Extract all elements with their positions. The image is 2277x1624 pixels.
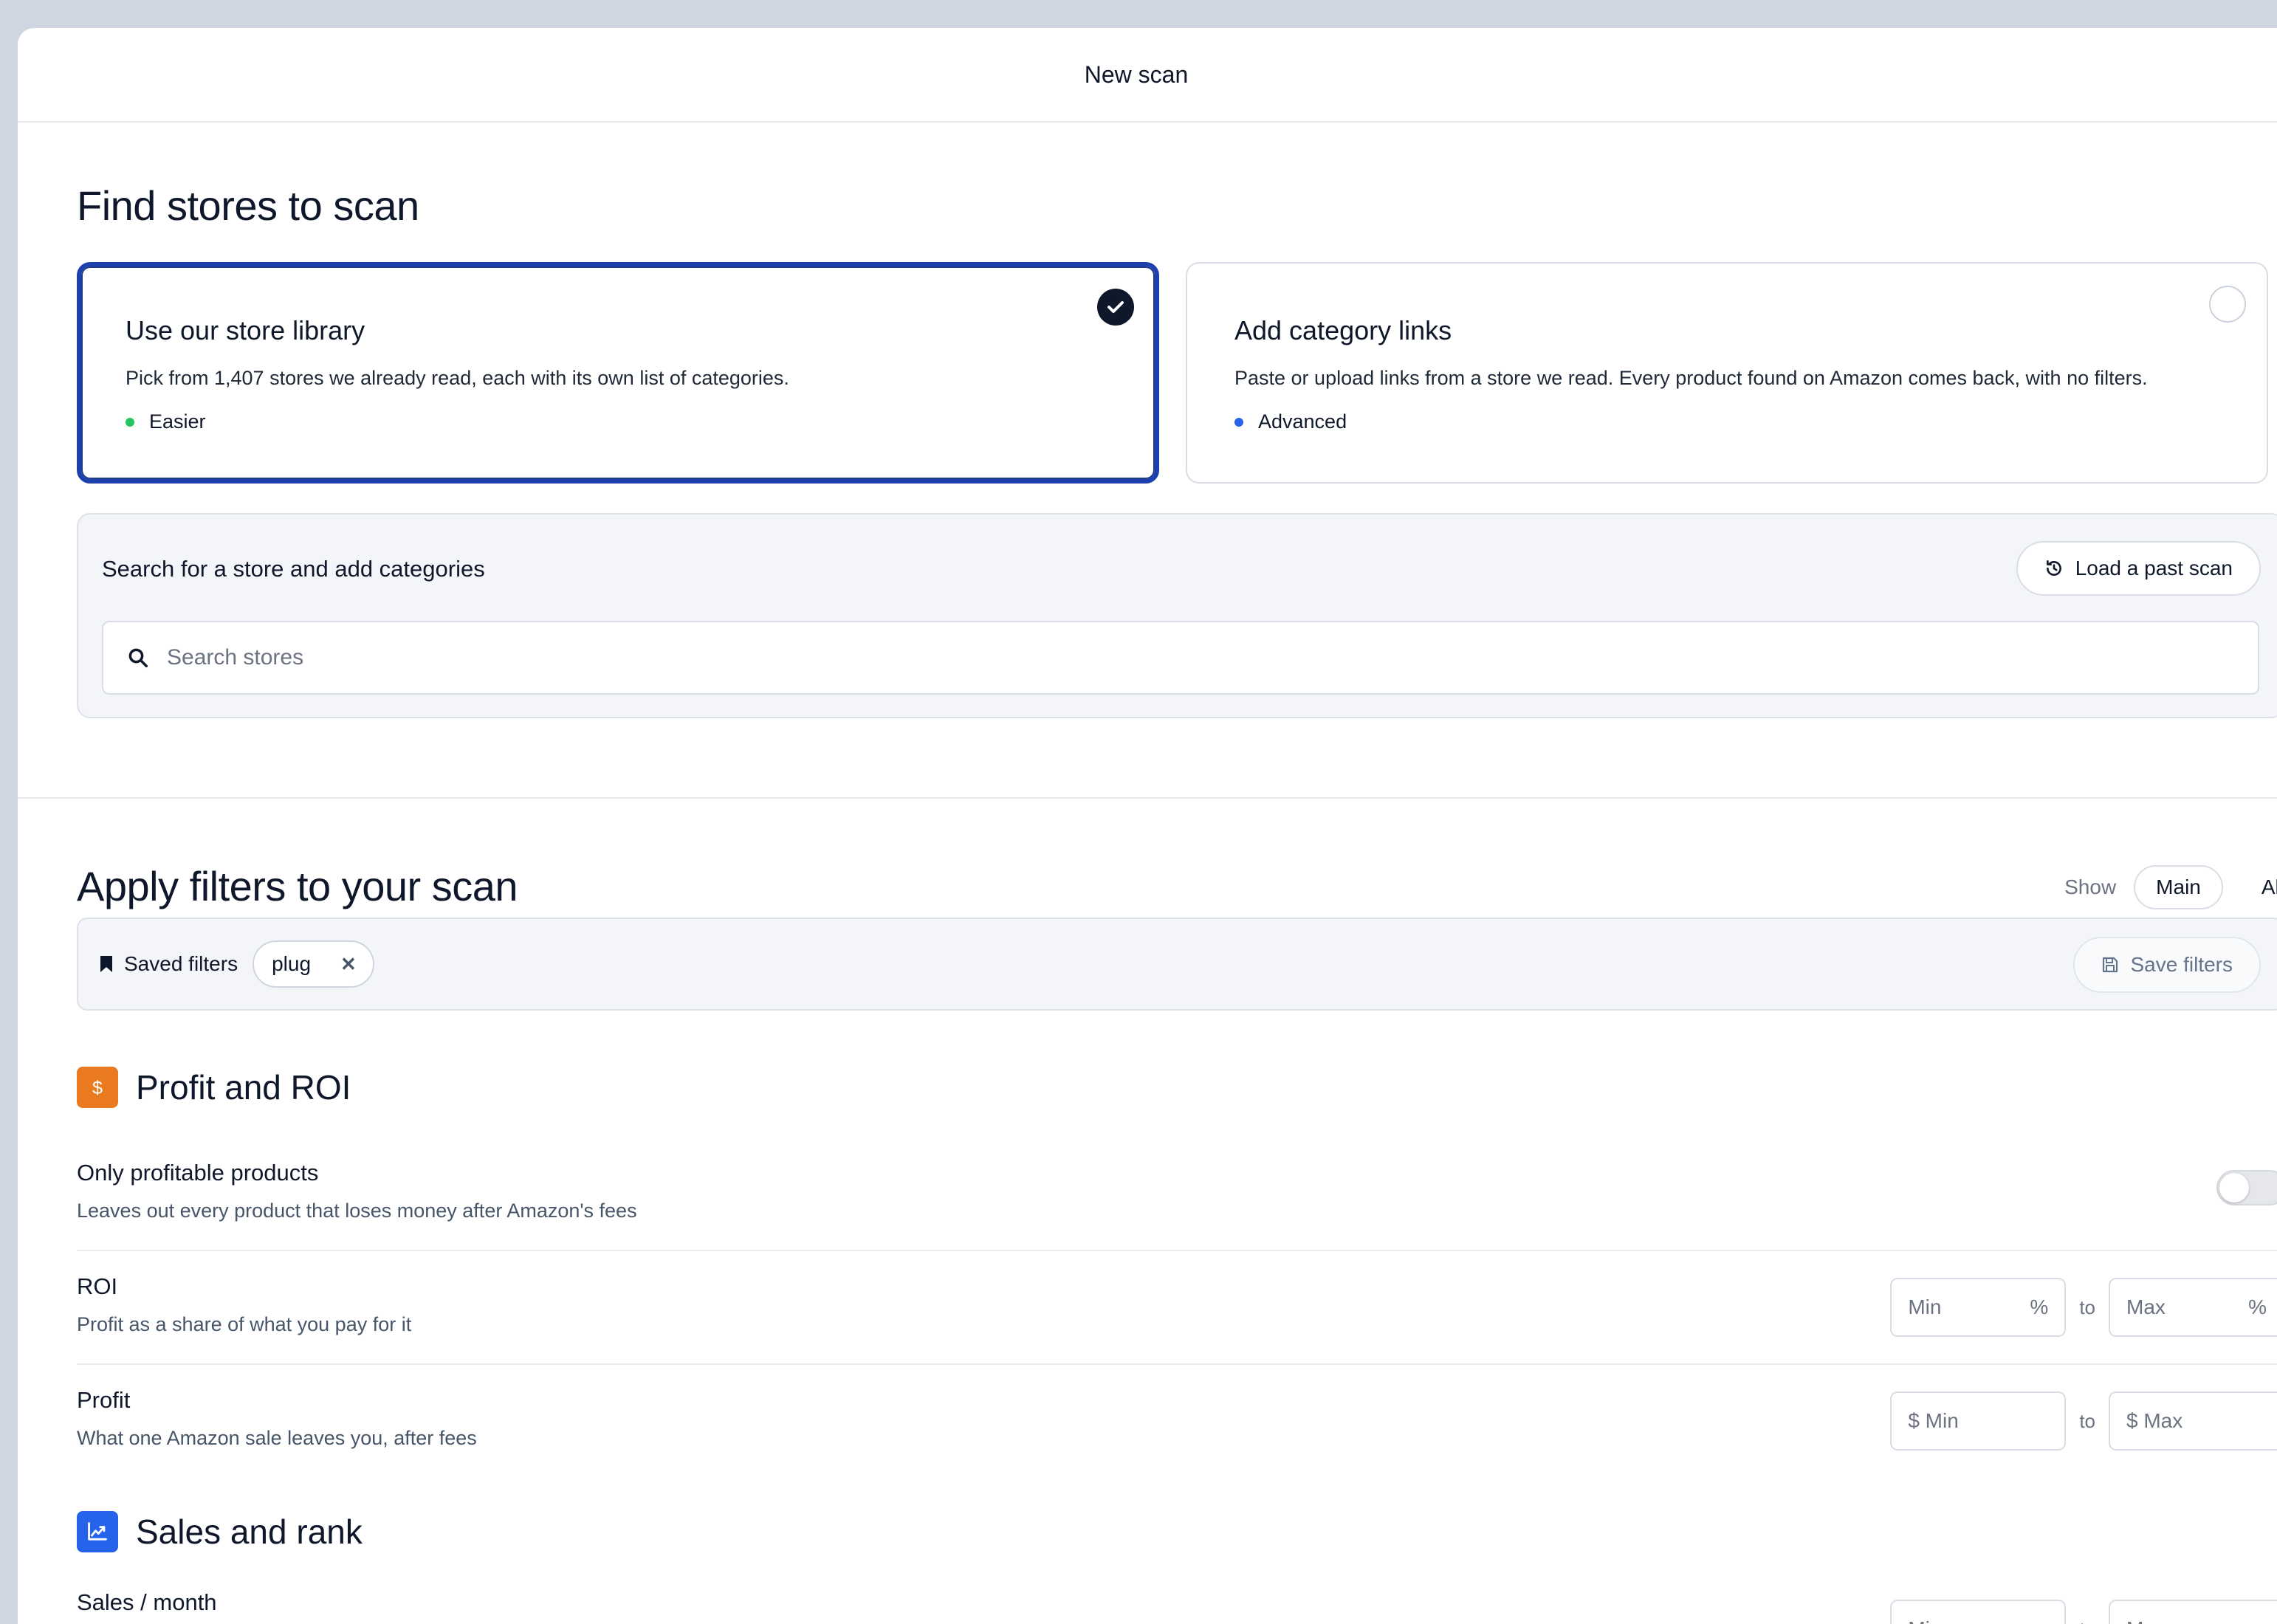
filter-row-sales-month: Sales / month Min to Max bbox=[77, 1567, 2277, 1624]
difficulty-label: Easier bbox=[149, 410, 206, 433]
remove-chip-icon[interactable]: ✕ bbox=[340, 953, 357, 976]
sales-month-range: Min to Max bbox=[1890, 1600, 2277, 1624]
profit-max-input[interactable]: $ Max bbox=[2109, 1391, 2277, 1451]
sales-min-input[interactable]: Min bbox=[1890, 1600, 2067, 1624]
search-stores-input[interactable] bbox=[167, 645, 2087, 670]
saved-filter-chip[interactable]: plug ✕ bbox=[253, 940, 374, 988]
save-filters-button[interactable]: Save filters bbox=[2072, 937, 2261, 993]
profit-roi-filters: Only profitable products Leaves out ever… bbox=[77, 1138, 2277, 1479]
option-store-library-card[interactable]: Use our store library Pick from 1,407 st… bbox=[77, 262, 1159, 484]
panel-title: Search for a store and add categories bbox=[102, 556, 485, 582]
status-dot-icon bbox=[1234, 417, 1243, 427]
svg-text:$: $ bbox=[92, 1078, 103, 1098]
profitable-toggle[interactable] bbox=[2216, 1170, 2277, 1205]
group-title: Profit and ROI bbox=[136, 1068, 351, 1107]
range-separator: to bbox=[2079, 1618, 2095, 1624]
show-main-option[interactable]: Main bbox=[2134, 865, 2223, 909]
range-separator: to bbox=[2079, 1296, 2095, 1318]
option-title: Use our store library bbox=[126, 315, 365, 345]
filter-row-roi: ROI Profit as a share of what you pay fo… bbox=[77, 1251, 2277, 1365]
filter-label: Only profitable products bbox=[77, 1160, 319, 1186]
option-category-links-card[interactable]: Add category links Paste or upload links… bbox=[1186, 262, 2268, 484]
group-title: Sales and rank bbox=[136, 1513, 363, 1551]
filter-description: Leaves out every product that loses mone… bbox=[77, 1200, 637, 1222]
difficulty-badge: Easier bbox=[126, 410, 1155, 433]
load-past-scan-button[interactable]: Load a past scan bbox=[2016, 541, 2261, 596]
radio-circle-icon bbox=[2209, 286, 2246, 323]
bookmark-icon bbox=[100, 956, 112, 972]
difficulty-badge: Advanced bbox=[1234, 410, 2267, 433]
profit-roi-group-header: $ Profit and ROI bbox=[77, 1067, 2277, 1108]
filters-heading: Apply filters to your scan bbox=[77, 863, 518, 909]
chip-label: plug bbox=[272, 952, 312, 975]
option-title: Add category links bbox=[1234, 315, 1452, 345]
store-search-box bbox=[102, 621, 2259, 695]
saved-filters-bar: Saved filters plug ✕ Save filters bbox=[77, 918, 2277, 1011]
source-options: Use our store library Pick from 1,407 st… bbox=[77, 262, 2277, 484]
show-all-option[interactable]: All bbox=[2241, 865, 2277, 909]
toggle-knob bbox=[2219, 1173, 2249, 1202]
history-icon bbox=[2046, 560, 2061, 576]
title-bar: New scan bbox=[18, 28, 2277, 123]
section-divider bbox=[18, 797, 2277, 799]
profit-range: $ Min to $ Max bbox=[1890, 1391, 2277, 1451]
find-stores-section: Find stores to scan Use our store librar… bbox=[18, 123, 2277, 718]
sales-rank-filters: Sales / month Min to Max bbox=[77, 1567, 2277, 1624]
show-label: Show bbox=[2064, 875, 2117, 898]
search-icon bbox=[128, 648, 148, 667]
range-separator: to bbox=[2079, 1409, 2095, 1432]
filter-row-profit: Profit What one Amazon sale leaves you, … bbox=[77, 1365, 2277, 1479]
show-toggle: Show Main All bbox=[2064, 865, 2277, 909]
store-search-panel: Search for a store and add categories Lo… bbox=[77, 513, 2277, 718]
filter-row-profitable: Only profitable products Leaves out ever… bbox=[77, 1138, 2277, 1251]
difficulty-label: Advanced bbox=[1258, 410, 1347, 433]
chart-line-icon bbox=[77, 1511, 118, 1552]
profit-min-input[interactable]: $ Min bbox=[1890, 1391, 2067, 1451]
status-dot-icon bbox=[126, 417, 134, 427]
saved-filters-label: Saved filters bbox=[99, 952, 238, 976]
option-description: Pick from 1,407 stores we already read, … bbox=[126, 367, 789, 389]
app-window: New scan Find stores to scan Use our sto… bbox=[18, 28, 2277, 1624]
roi-range: Min% to Max% bbox=[1890, 1278, 2277, 1337]
dollar-icon: $ bbox=[77, 1067, 118, 1108]
sales-max-input[interactable]: Max bbox=[2109, 1600, 2277, 1624]
sales-rank-group-header: Sales and rank bbox=[77, 1511, 2277, 1552]
save-icon bbox=[2102, 957, 2118, 973]
filters-section: Apply filters to your scan Show Main All… bbox=[77, 862, 2277, 1624]
option-description: Paste or upload links from a store we re… bbox=[1234, 367, 2148, 389]
find-stores-heading: Find stores to scan bbox=[77, 182, 419, 229]
roi-min-input[interactable]: Min% bbox=[1890, 1278, 2067, 1337]
selected-check-icon bbox=[1097, 289, 1134, 326]
load-past-scan-label: Load a past scan bbox=[2075, 557, 2233, 579]
roi-max-input[interactable]: Max% bbox=[2109, 1278, 2277, 1337]
window-title: New scan bbox=[1084, 61, 1189, 88]
